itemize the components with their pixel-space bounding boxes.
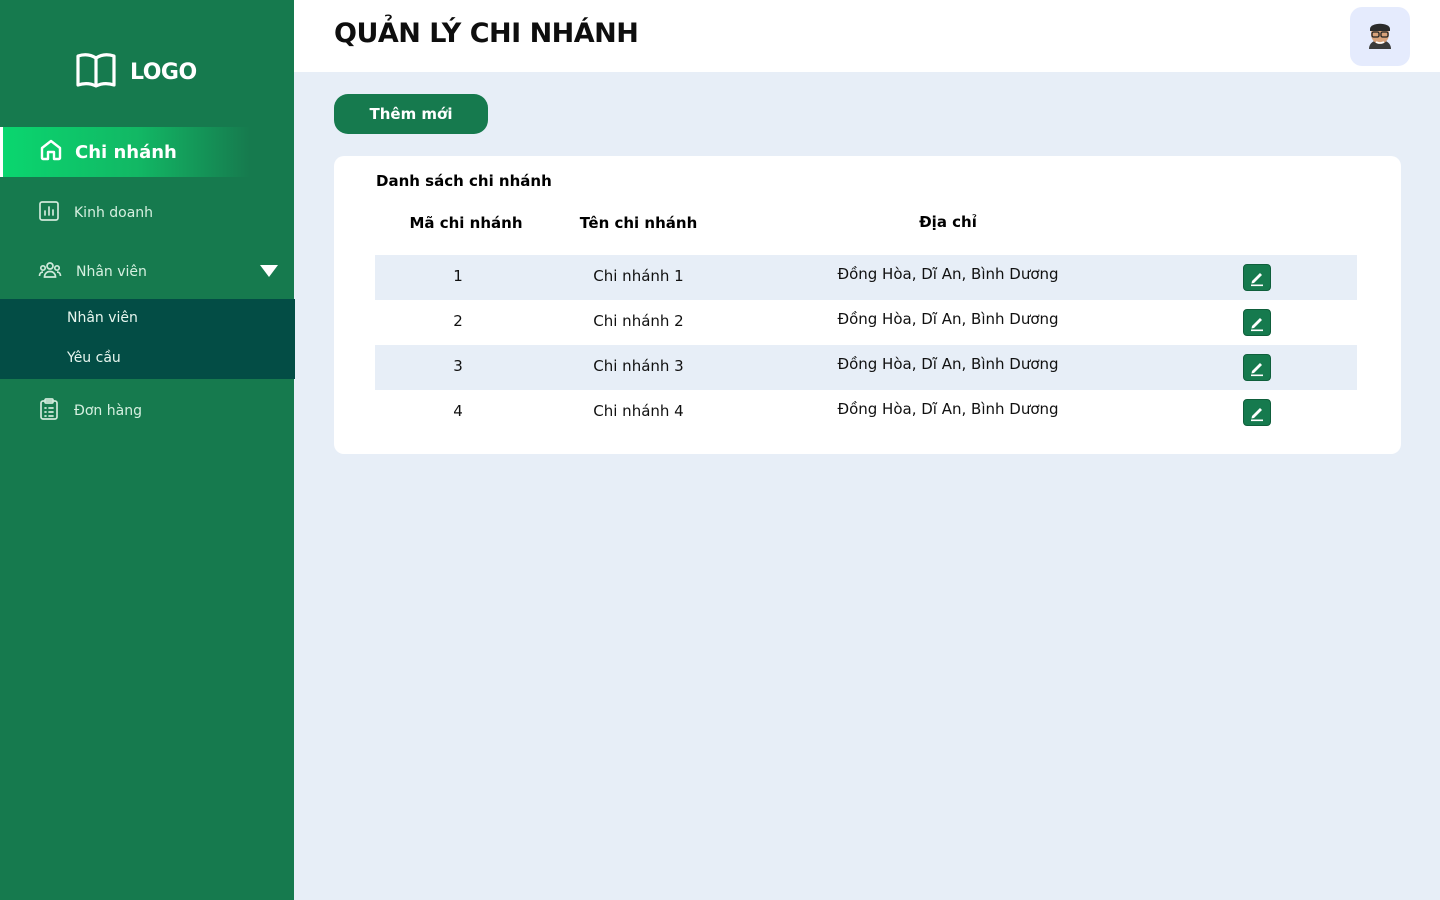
sidebar-item-label: Đơn hàng	[74, 403, 142, 419]
sidebar-item-kinh-doanh[interactable]: Kinh doanh	[0, 193, 294, 233]
logo[interactable]: LOGO	[76, 52, 197, 92]
page-title: QUẢN LÝ CHI NHÁNH	[334, 18, 639, 49]
submenu: Nhân viên Yêu cầu	[0, 299, 295, 379]
branch-id: 3	[453, 357, 463, 375]
branch-name: Chi nhánh 4	[593, 402, 684, 420]
branch-name: Chi nhánh 1	[593, 267, 684, 285]
sidebar-item-chi-nhanh[interactable]: Chi nhánh	[0, 127, 250, 177]
table-title: Danh sách chi nhánh	[376, 172, 552, 190]
edit-button[interactable]	[1243, 309, 1271, 336]
chart-icon	[38, 200, 60, 226]
branch-name: Chi nhánh 3	[593, 357, 684, 375]
edit-icon	[1251, 362, 1263, 376]
column-header-id: Mã chi nhánh	[409, 214, 523, 232]
edit-button[interactable]	[1243, 264, 1271, 291]
user-avatar-icon	[1365, 19, 1395, 55]
table-row: 2 Chi nhánh 2 Đồng Hòa, Dĩ An, Bình Dươn…	[375, 300, 1357, 345]
sidebar-item-don-hang[interactable]: Đơn hàng	[0, 391, 294, 431]
submenu-item-yeu-cau[interactable]: Yêu cầu	[67, 350, 121, 366]
table-row: 4 Chi nhánh 4 Đồng Hòa, Dĩ An, Bình Dươn…	[375, 390, 1357, 435]
header: QUẢN LÝ CHI NHÁNH	[294, 0, 1440, 72]
table-row: 3 Chi nhánh 3 Đồng Hòa, Dĩ An, Bình Dươn…	[375, 345, 1357, 390]
branch-list-card: Danh sách chi nhánh Mã chi nhánh Tên chi…	[334, 156, 1401, 454]
edit-button[interactable]	[1243, 354, 1271, 381]
branch-address: Đồng Hòa, Dĩ An, Bình Dương	[837, 265, 1059, 283]
sidebar-item-label: Chi nhánh	[75, 141, 177, 163]
branch-id: 1	[453, 267, 463, 285]
sidebar: LOGO Chi nhánh Kinh doanh Nhân viên Nhân…	[0, 0, 295, 900]
clipboard-icon	[38, 397, 60, 425]
users-icon	[38, 259, 62, 285]
branch-name: Chi nhánh 2	[593, 312, 684, 330]
edit-button[interactable]	[1243, 399, 1271, 426]
edit-icon	[1251, 407, 1263, 421]
logo-text: LOGO	[130, 59, 197, 85]
table-row: 1 Chi nhánh 1 Đồng Hòa, Dĩ An, Bình Dươn…	[375, 255, 1357, 300]
branch-address: Đồng Hòa, Dĩ An, Bình Dương	[837, 400, 1059, 418]
submenu-item-nhan-vien[interactable]: Nhân viên	[67, 310, 138, 326]
column-header-name: Tên chi nhánh	[579, 214, 698, 232]
edit-icon	[1251, 317, 1263, 331]
edit-icon	[1251, 272, 1263, 286]
table-body: 1 Chi nhánh 1 Đồng Hòa, Dĩ An, Bình Dươn…	[375, 255, 1357, 435]
branch-id: 4	[453, 402, 463, 420]
column-header-address: Địa chỉ	[919, 213, 977, 231]
branch-address: Đồng Hòa, Dĩ An, Bình Dương	[837, 310, 1059, 328]
branch-id: 2	[453, 312, 463, 330]
sidebar-item-nhan-vien[interactable]: Nhân viên	[0, 252, 294, 292]
sidebar-item-label: Nhân viên	[76, 264, 147, 280]
avatar[interactable]	[1350, 7, 1410, 66]
branch-address: Đồng Hòa, Dĩ An, Bình Dương	[837, 355, 1059, 373]
sidebar-item-label: Kinh doanh	[74, 205, 154, 221]
book-icon	[76, 52, 116, 92]
chevron-down-icon[interactable]	[260, 265, 278, 277]
add-new-button[interactable]: Thêm mới	[334, 94, 488, 134]
home-icon	[39, 138, 63, 166]
